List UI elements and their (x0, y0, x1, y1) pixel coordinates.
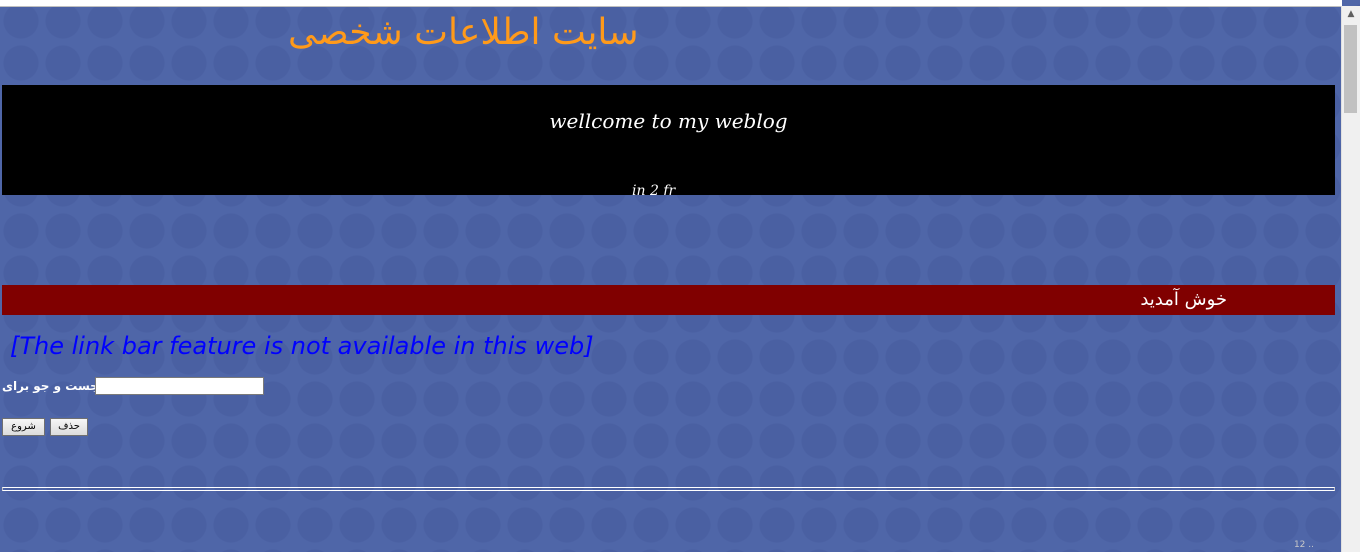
banner-welcome-text: wellcome to my weblog (549, 109, 788, 133)
browser-top-edge (0, 0, 1342, 7)
start-button[interactable]: شروع (2, 418, 45, 436)
horizontal-rule (2, 487, 1335, 491)
delete-button[interactable]: حذف (50, 418, 88, 436)
header-banner: wellcome to my weblog in 2 fr (2, 85, 1335, 195)
scrollbar-thumb[interactable] (1344, 25, 1357, 113)
banner-cut-text: in 2 fr (632, 183, 676, 195)
scroll-up-arrow-icon[interactable]: ▲ (1342, 6, 1360, 23)
footer-note: 12 .. (1293, 540, 1314, 550)
vertical-scrollbar[interactable]: ▲ (1341, 6, 1360, 552)
welcome-text: خوش آمدید (1140, 289, 1227, 310)
search-label: جست و جو برای (2, 379, 99, 393)
site-title: سایت اطلاعات شخصی (288, 12, 639, 53)
search-input[interactable] (95, 377, 264, 395)
welcome-bar: خوش آمدید (2, 285, 1335, 315)
link-bar-message: [The link bar feature is not available i… (10, 332, 594, 360)
